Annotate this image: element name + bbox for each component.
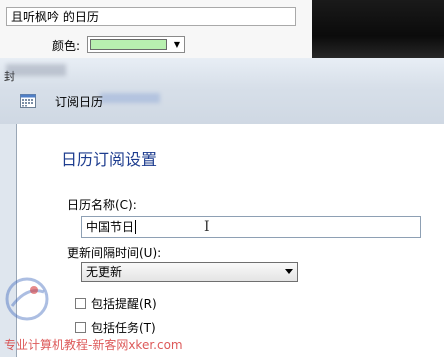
calendar-icon [20,94,36,108]
calendar-name-value: 中国节日 [86,220,135,234]
color-label: 颜色: [52,39,81,53]
text-cursor-icon: I [204,219,210,235]
color-dropdown[interactable]: ▼ [87,36,185,53]
dialog-content: 日历订阅设置 日历名称(C): 中国节日 I 更新间隔时间(U): 无更新 包括… [16,124,444,357]
include-reminders-label: 包括提醒(R) [91,297,157,311]
update-interval-label: 更新间隔时间(U): [67,246,162,260]
watermark-logo-icon [5,277,49,321]
dialog-title: 订阅日历 [55,95,104,109]
subscribe-calendar-dialog: 封 订阅日历 日历订阅设置 日历名称(C): 中国节日 I 更新间隔时间(U):… [0,58,444,357]
update-interval-value: 无更新 [86,265,123,279]
page-heading: 日历订阅设置 [61,150,158,169]
calendar-name-field-background[interactable]: 且听枫吟 的日历 [6,7,296,26]
calendar-name-label: 日历名称(C): [67,198,137,212]
blurred-link-text [100,93,160,103]
aero-glass-area [312,0,444,60]
color-swatch [90,39,167,50]
include-tasks-label: 包括任务(T) [91,321,156,335]
calendar-name-input[interactable]: 中国节日 [81,216,421,238]
checkbox-box[interactable] [75,322,86,333]
chevron-down-icon [285,269,293,274]
dialog-titlebar[interactable]: 封 订阅日历 [0,58,444,124]
watermark-text: 专业计算机教程-新客网xker.com [4,338,183,352]
include-reminders-checkbox[interactable]: 包括提醒(R) [75,295,157,312]
chevron-down-icon: ▼ [173,40,181,49]
include-tasks-checkbox[interactable]: 包括任务(T) [75,319,156,336]
checkbox-box[interactable] [75,298,86,309]
blurred-title-text [6,64,66,76]
update-interval-select[interactable]: 无更新 [81,262,298,282]
